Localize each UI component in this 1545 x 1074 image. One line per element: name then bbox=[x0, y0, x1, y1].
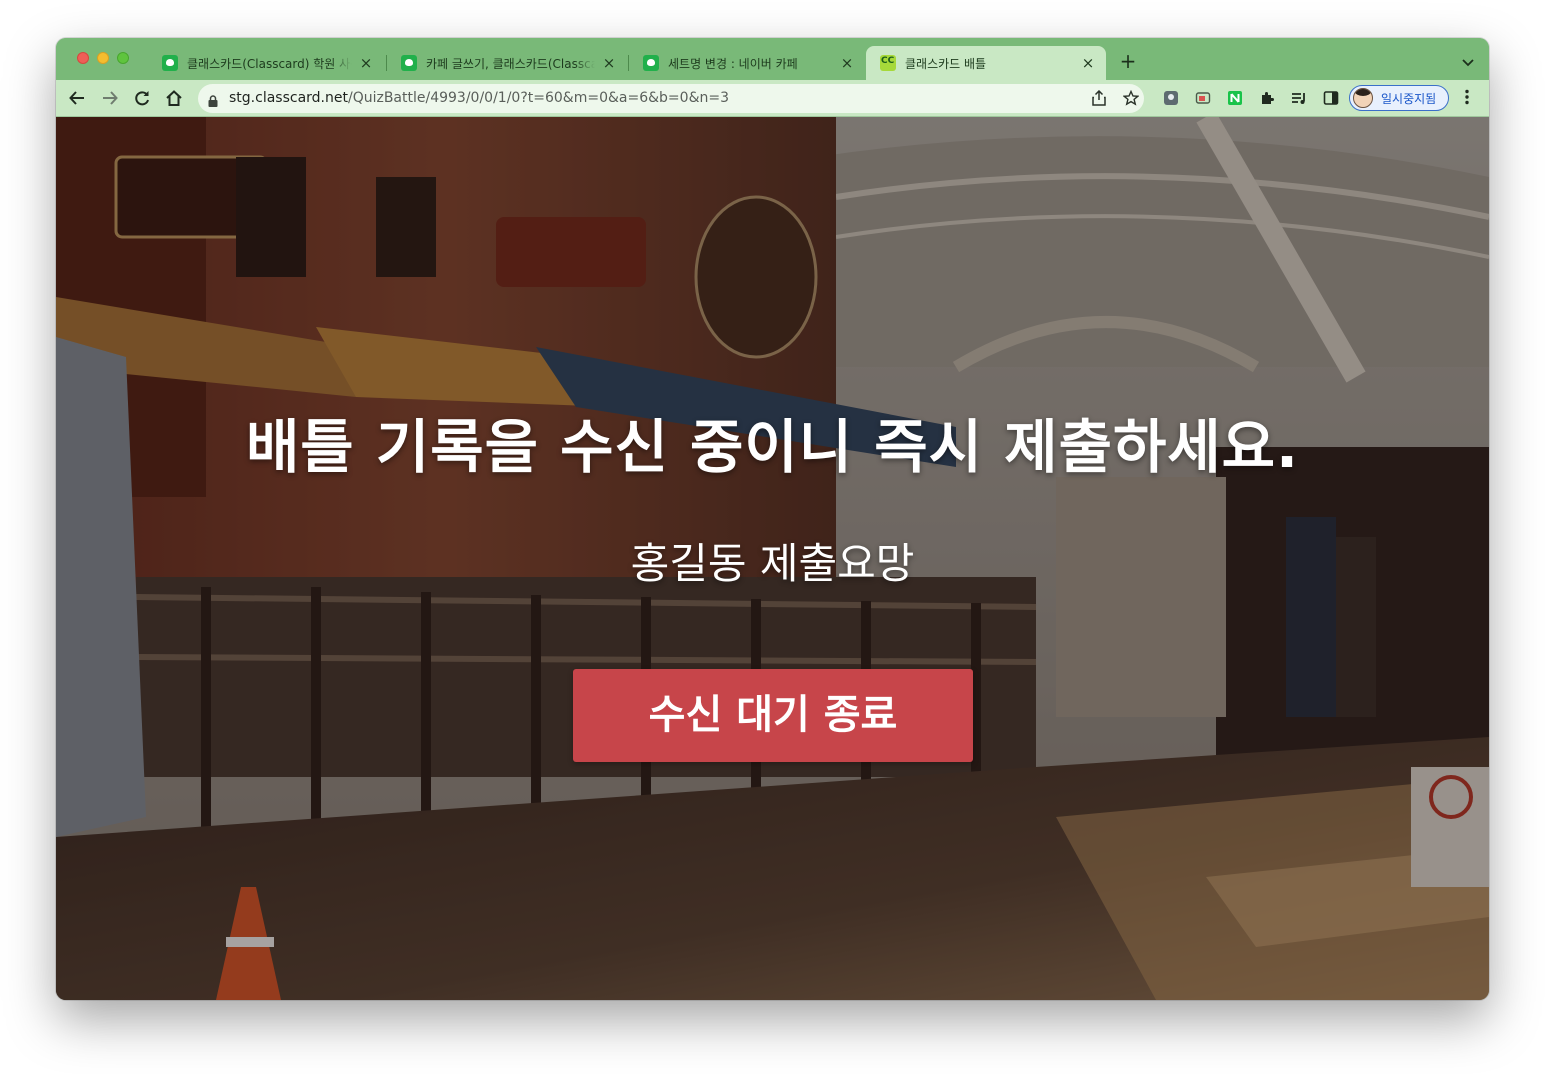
page-headline: 배틀 기록을 수신 중이니 즉시 제출하세요. bbox=[245, 413, 1300, 481]
tab-strip: 클래스카드(Classcard) 학원 사용자 × 카페 글쓰기, 클래스카드(… bbox=[56, 38, 1489, 80]
tab-title: 세트명 변경 : 네이버 카페 bbox=[668, 56, 798, 71]
avatar bbox=[1353, 88, 1373, 108]
bookmark-star-icon[interactable] bbox=[1122, 89, 1140, 107]
classcard-green-icon bbox=[401, 55, 417, 71]
minimize-window-button[interactable] bbox=[97, 52, 109, 64]
media-queue-icon[interactable] bbox=[1290, 89, 1308, 107]
screen-capture-extension-icon[interactable] bbox=[1194, 89, 1212, 107]
back-arrow-icon[interactable] bbox=[66, 87, 88, 109]
tab-set-name-change[interactable]: 세트명 변경 : 네이버 카페 × bbox=[629, 46, 865, 80]
side-panel-icon[interactable] bbox=[1322, 89, 1340, 107]
naver-extension-icon[interactable] bbox=[1226, 89, 1244, 107]
tab-title: 카페 글쓰기, 클래스카드(Classcard) bbox=[426, 56, 595, 71]
browser-toolbar: stg.classcard.net/QuizBattle/4993/0/0/1/… bbox=[56, 80, 1489, 117]
url-host: stg.classcard.net bbox=[229, 90, 348, 106]
page-content: 배틀 기록을 수신 중이니 즉시 제출하세요. 홍길동 제출요망 수신 대기 종… bbox=[56, 117, 1489, 1000]
profile-button[interactable]: 일시중지됨 bbox=[1349, 85, 1449, 111]
classcard-green-icon bbox=[162, 55, 178, 71]
extensions-puzzle-icon[interactable] bbox=[1258, 89, 1276, 107]
close-tab-icon[interactable]: × bbox=[839, 55, 855, 71]
tab-search-chevron-icon[interactable] bbox=[1461, 54, 1475, 68]
tab-classcard-battle[interactable]: CC 클래스카드 배틀 × bbox=[866, 46, 1106, 80]
more-menu-icon[interactable] bbox=[1460, 89, 1474, 109]
new-tab-button[interactable]: + bbox=[1118, 51, 1138, 72]
close-window-button[interactable] bbox=[77, 52, 89, 64]
close-tab-icon[interactable]: × bbox=[1080, 55, 1096, 71]
student-status-text: 홍길동 제출요망 bbox=[630, 539, 915, 588]
extension-icon[interactable] bbox=[1162, 89, 1180, 107]
tab-title: 클래스카드(Classcard) 학원 사용자 bbox=[187, 56, 352, 71]
close-tab-icon[interactable]: × bbox=[358, 55, 374, 71]
classcard-green-icon bbox=[643, 55, 659, 71]
maximize-window-button[interactable] bbox=[117, 52, 129, 64]
stop-waiting-button[interactable]: 수신 대기 종료 bbox=[573, 669, 973, 762]
cc-logo-icon: CC bbox=[880, 55, 896, 71]
profile-status-label: 일시중지됨 bbox=[1381, 91, 1437, 106]
home-icon[interactable] bbox=[163, 87, 185, 109]
share-icon[interactable] bbox=[1090, 89, 1108, 107]
reload-icon[interactable] bbox=[131, 87, 153, 109]
address-bar[interactable]: stg.classcard.net/QuizBattle/4993/0/0/1/… bbox=[198, 84, 1144, 113]
lock-icon[interactable] bbox=[208, 92, 218, 107]
close-tab-icon[interactable]: × bbox=[601, 55, 617, 71]
browser-window: 클래스카드(Classcard) 학원 사용자 × 카페 글쓰기, 클래스카드(… bbox=[56, 38, 1489, 1000]
forward-arrow-icon[interactable] bbox=[99, 87, 121, 109]
tab-cafe-write[interactable]: 카페 글쓰기, 클래스카드(Classcard) × bbox=[387, 46, 627, 80]
url-path: /QuizBattle/4993/0/0/1/0?t=60&m=0&a=6&b=… bbox=[347, 90, 729, 106]
url-text[interactable]: stg.classcard.net/QuizBattle/4993/0/0/1/… bbox=[229, 90, 729, 106]
tab-classcard-academy[interactable]: 클래스카드(Classcard) 학원 사용자 × bbox=[148, 46, 384, 80]
tab-title: 클래스카드 배틀 bbox=[905, 56, 987, 71]
